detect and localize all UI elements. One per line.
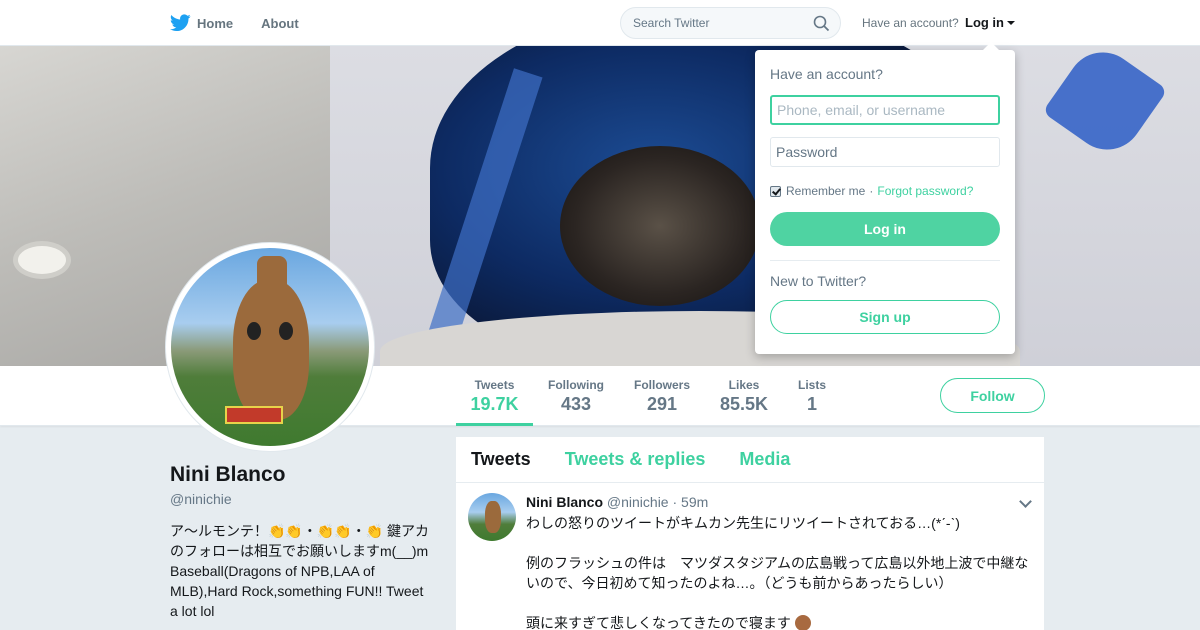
dropdown-title: Have an account? (770, 66, 883, 82)
signup-button[interactable]: Sign up (770, 300, 1000, 334)
remember-me-row: Remember me · Forgot password? (770, 184, 973, 198)
tweet-line: わしの怒りのツイートがキムカン先生にリツイートされておる…(*ˊ-ˋ) (526, 515, 960, 531)
caret-down-icon (1007, 20, 1015, 25)
stat-value: 291 (646, 394, 678, 414)
tab-tweets[interactable]: Tweets (471, 449, 531, 470)
tweet-line-last: 頭に来すぎて悲しくなってきたので寝ます (526, 613, 1029, 630)
avatar[interactable] (468, 493, 516, 541)
stat-tweets[interactable]: Tweets 19.7K (456, 366, 533, 426)
remember-me-checkbox[interactable] (770, 185, 781, 197)
new-to-twitter-text: New to Twitter? (770, 273, 867, 289)
twitter-bird-icon (170, 14, 191, 32)
nav-about-link[interactable]: About (261, 16, 299, 31)
separator: · (869, 184, 874, 198)
tweet-author-name[interactable]: Nini Blanco (526, 494, 603, 510)
tweet[interactable]: Nini Blanco @ninichie · 59m わしの怒りのツイートがキ… (456, 483, 1044, 630)
timeline-tabs: Tweets Tweets & replies Media (456, 437, 1044, 483)
tweet-timestamp[interactable]: 59m (681, 494, 708, 510)
tweet-line: 頭に来すぎて悲しくなってきたので寝ます (526, 615, 791, 630)
timeline: Tweets Tweets & replies Media Nini Blanc… (456, 437, 1044, 630)
stat-value: 433 (560, 394, 592, 414)
login-toggle-label: Log in (965, 15, 1004, 30)
username-field[interactable]: Phone, email, or username (770, 95, 1000, 125)
tweet-header: Nini Blanco @ninichie · 59m (526, 493, 1029, 511)
search-placeholder: Search Twitter (633, 16, 710, 30)
tweet-dot: · (672, 494, 678, 510)
stat-followers[interactable]: Followers 291 (629, 366, 695, 426)
tweet-text: わしの怒りのツイートがキムカン先生にリツイートされておる…(*ˊ-ˋ) 例のフラ… (526, 513, 1029, 630)
tweet-author-handle[interactable]: @ninichie (607, 494, 669, 510)
stat-label: Tweets (474, 378, 515, 392)
login-dropdown-toggle[interactable]: Log in (965, 15, 1015, 30)
profile-handle[interactable]: @ninichie (170, 491, 232, 507)
stat-following[interactable]: Following 433 (543, 366, 609, 426)
search-icon[interactable] (813, 15, 830, 32)
follow-button[interactable]: Follow (940, 378, 1045, 413)
profile-name[interactable]: Nini Blanco (170, 463, 286, 487)
stat-label: Likes (728, 378, 760, 392)
nav-home-link[interactable]: Home (170, 14, 233, 32)
stat-label: Following (548, 378, 604, 392)
see-no-evil-monkey-icon (794, 615, 811, 630)
login-dropdown: Have an account? Phone, email, or userna… (755, 42, 1015, 354)
remember-me-label[interactable]: Remember me (786, 184, 865, 198)
stat-value: 85.5K (719, 394, 769, 414)
have-account-text: Have an account? (862, 16, 959, 30)
tab-media[interactable]: Media (739, 449, 790, 470)
password-field[interactable]: Password (770, 137, 1000, 167)
stat-value: 19.7K (470, 394, 519, 414)
top-nav: Home About Search Twitter Have an accoun… (0, 0, 1200, 46)
stat-value: 1 (806, 394, 817, 414)
forgot-password-link[interactable]: Forgot password? (877, 184, 973, 198)
tweet-line: 例のフラッシュの件は マツダスタジアムの広島戦って広島以外地上波で中継ないので、… (526, 555, 1029, 591)
stat-likes[interactable]: Likes 85.5K (714, 366, 774, 426)
profile-bio: ア～ルモンテ！👏👏・👏👏・👏 鍵アカのフォローは相互でお願いしますm(__)m … (170, 523, 430, 619)
nav-left: Home About (170, 0, 299, 46)
stat-lists[interactable]: Lists 1 (794, 366, 830, 426)
stat-label: Lists (797, 378, 826, 392)
profile-avatar[interactable] (166, 243, 374, 451)
divider (770, 260, 1000, 261)
stat-label: Followers (633, 378, 690, 392)
tab-tweets-replies[interactable]: Tweets & replies (565, 449, 706, 470)
login-button[interactable]: Log in (770, 212, 1000, 246)
search-input[interactable]: Search Twitter (620, 7, 841, 39)
nav-home-label: Home (197, 15, 234, 31)
